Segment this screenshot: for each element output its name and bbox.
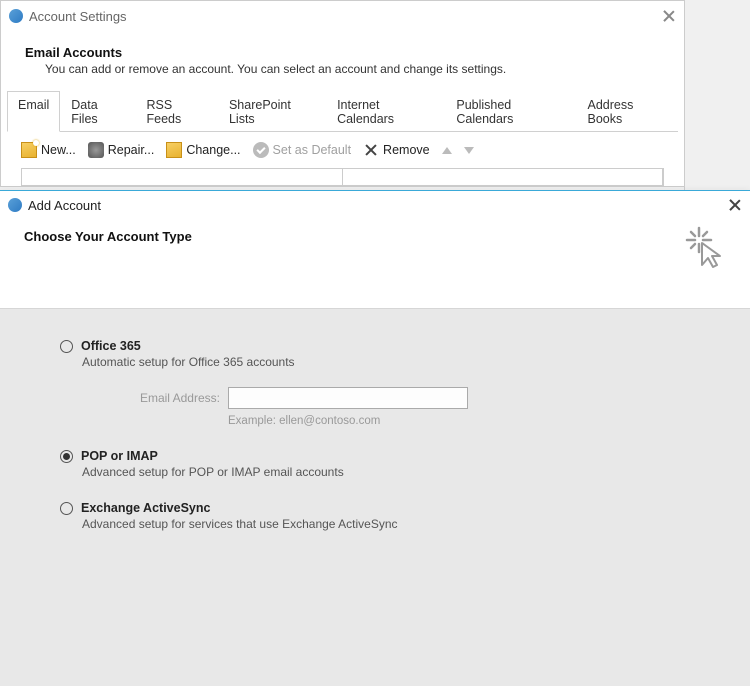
remove-icon	[363, 142, 379, 158]
new-icon	[21, 142, 37, 158]
tab-internet-calendars[interactable]: Internet Calendars	[326, 91, 445, 132]
add-form: Office 365 Automatic setup for Office 36…	[0, 309, 750, 583]
tab-address-books[interactable]: Address Books	[576, 91, 678, 132]
new-button[interactable]: New...	[17, 140, 80, 160]
arrow-down-icon	[464, 147, 474, 154]
repair-icon	[88, 142, 104, 158]
remove-label: Remove	[383, 143, 430, 157]
tab-data-files[interactable]: Data Files	[60, 91, 135, 132]
repair-label: Repair...	[108, 143, 155, 157]
new-label: New...	[41, 143, 76, 157]
account-settings-window: Account Settings Email Accounts You can …	[0, 0, 685, 187]
email-label: Email Address:	[130, 391, 220, 405]
accounts-list-header	[21, 168, 664, 186]
office365-label: Office 365	[81, 339, 141, 353]
settings-toolbar: New... Repair... Change... Set as Defaul…	[7, 132, 678, 168]
check-icon	[253, 142, 269, 158]
globe-icon	[8, 198, 22, 212]
tab-published-calendars[interactable]: Published Calendars	[445, 91, 576, 132]
email-example: Example: ellen@contoso.com	[228, 415, 690, 427]
option-office365: Office 365 Automatic setup for Office 36…	[60, 339, 690, 427]
email-input[interactable]	[228, 387, 468, 409]
add-titlebar: Add Account	[0, 191, 750, 219]
repair-button[interactable]: Repair...	[84, 140, 159, 160]
change-button[interactable]: Change...	[162, 140, 244, 160]
settings-close-button[interactable]	[662, 9, 676, 23]
change-label: Change...	[186, 143, 240, 157]
default-label: Set as Default	[273, 143, 352, 157]
remove-button[interactable]: Remove	[359, 140, 434, 160]
add-title: Add Account	[28, 198, 101, 213]
click-cursor-icon	[684, 225, 728, 269]
pop-imap-label: POP or IMAP	[81, 449, 158, 463]
tab-email[interactable]: Email	[7, 91, 60, 132]
add-heading: Choose Your Account Type	[24, 229, 726, 244]
tab-rss-feeds[interactable]: RSS Feeds	[136, 91, 218, 132]
email-field-row: Email Address:	[130, 387, 690, 409]
tab-sharepoint-lists[interactable]: SharePoint Lists	[218, 91, 326, 132]
add-account-window: Add Account Choose Your Account Type Off…	[0, 190, 750, 686]
section-title: Email Accounts	[25, 45, 660, 60]
radio-pop-imap[interactable]	[60, 450, 73, 463]
change-icon	[166, 142, 182, 158]
activesync-label: Exchange ActiveSync	[81, 501, 210, 515]
radio-office365[interactable]	[60, 340, 73, 353]
settings-section-header: Email Accounts You can add or remove an …	[1, 31, 684, 90]
globe-icon	[9, 9, 23, 23]
add-header: Choose Your Account Type	[0, 219, 750, 309]
pop-imap-desc: Advanced setup for POP or IMAP email acc…	[82, 465, 690, 479]
radio-activesync[interactable]	[60, 502, 73, 515]
add-close-button[interactable]	[728, 198, 742, 212]
move-down-button[interactable]	[460, 145, 478, 156]
settings-tabs: Email Data Files RSS Feeds SharePoint Li…	[7, 90, 678, 132]
option-activesync: Exchange ActiveSync Advanced setup for s…	[60, 501, 690, 531]
activesync-desc: Advanced setup for services that use Exc…	[82, 517, 690, 531]
set-default-button[interactable]: Set as Default	[249, 140, 356, 160]
settings-title: Account Settings	[29, 9, 127, 24]
move-up-button[interactable]	[438, 145, 456, 156]
office365-desc: Automatic setup for Office 365 accounts	[82, 355, 690, 369]
arrow-up-icon	[442, 147, 452, 154]
option-pop-imap: POP or IMAP Advanced setup for POP or IM…	[60, 449, 690, 479]
section-desc: You can add or remove an account. You ca…	[25, 62, 660, 76]
settings-titlebar: Account Settings	[1, 1, 684, 31]
